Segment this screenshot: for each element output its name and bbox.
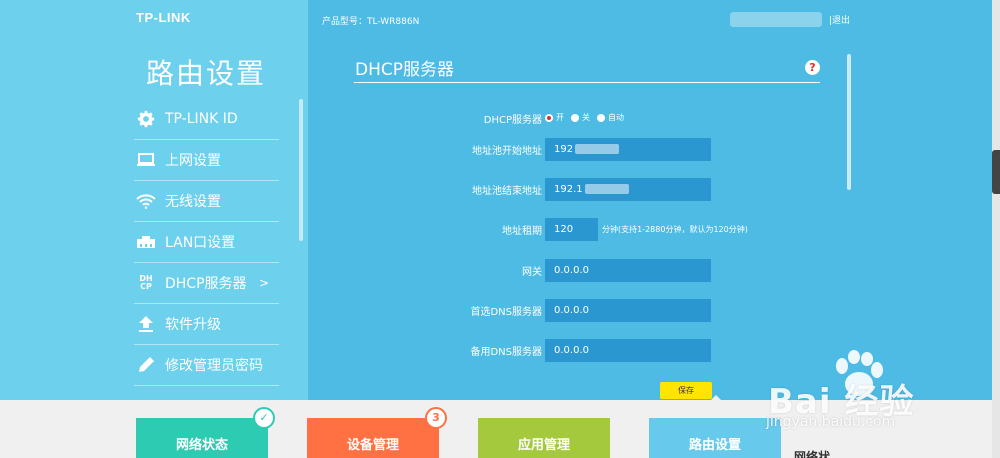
radio-icon[interactable] (597, 113, 605, 122)
side-widget-tab[interactable] (992, 150, 1000, 194)
radio-on[interactable]: 开 (545, 112, 564, 123)
lan-icon (135, 231, 157, 253)
sidebar-item-upgrade[interactable]: 软件升级 (134, 304, 279, 345)
sidebar-item-internet[interactable]: 上网设置 (134, 140, 279, 181)
window-edge (992, 0, 1000, 458)
radio-checked-icon[interactable] (545, 113, 553, 122)
section-title: DHCP服务器 (355, 60, 454, 80)
sidebar-item-wireless[interactable]: 无线设置 (134, 181, 279, 222)
end-address-row: 地址池结束地址 192.1 (308, 178, 868, 202)
bottom-extra-text: 网络状 (794, 450, 831, 458)
start-address-input[interactable]: 192 (545, 138, 711, 161)
device-count-badge: 3 (425, 407, 447, 429)
dns1-label: 首选DNS服务器 (470, 307, 542, 318)
tab-device-management[interactable]: 设备管理 (307, 418, 439, 458)
help-icon[interactable]: ? (805, 60, 820, 75)
dhcp-toggle-row: DHCP服务器 开 关 自动 (308, 107, 868, 131)
sidebar-item-label: TP-LINK ID (165, 111, 238, 127)
tab-app-management[interactable]: 应用管理 (478, 418, 610, 458)
upload-icon (135, 313, 157, 335)
end-address-input[interactable]: 192.1 (545, 178, 711, 201)
dns2-input[interactable]: 0.0.0.0 (545, 339, 711, 362)
radio-icon[interactable] (571, 113, 579, 122)
gateway-input[interactable]: 0.0.0.0 (545, 259, 711, 282)
section-divider (354, 82, 820, 83)
logout-link[interactable]: |退出 (829, 13, 850, 26)
sidebar-item-label: 无线设置 (165, 194, 221, 210)
redacted-value (584, 184, 629, 194)
laptop-icon (135, 149, 157, 171)
check-icon: ✓ (253, 407, 275, 429)
model-label: 产品型号：TL-WR886N (322, 17, 420, 27)
tab-label: 网络状态 (175, 438, 228, 453)
tp-link-logo: TP-LINK (136, 10, 191, 25)
sidebar-item-label: 上网设置 (165, 153, 221, 169)
redacted-value (575, 144, 620, 154)
sidebar-item-label: DHCP服务器 (165, 276, 247, 292)
sidebar-item-admin-password[interactable]: 修改管理员密码 (134, 345, 279, 386)
username-blurred (730, 12, 822, 27)
start-address-label: 地址池开始地址 (472, 146, 542, 157)
sidebar-item-label: LAN口设置 (165, 235, 236, 251)
radio-auto[interactable]: 自动 (597, 112, 624, 123)
end-address-label: 地址池结束地址 (472, 186, 542, 197)
wifi-icon (135, 190, 157, 212)
sidebar-item-dhcp[interactable]: DH CP DHCP服务器 > (134, 263, 279, 304)
lease-hint: 分钟(支持1-2880分钟，默认为120分钟) (602, 225, 748, 234)
gateway-row: 网关 0.0.0.0 (308, 259, 868, 283)
dns2-label: 备用DNS服务器 (470, 347, 542, 358)
start-address-row: 地址池开始地址 192 (308, 138, 868, 162)
active-tab-pointer (708, 395, 724, 403)
sidebar-item-tp-link-id[interactable]: TP-LINK ID (134, 99, 279, 140)
dns1-row: 首选DNS服务器 0.0.0.0 (308, 299, 868, 323)
gear-icon (135, 108, 157, 130)
tab-label: 应用管理 (517, 438, 570, 453)
pencil-icon (135, 354, 157, 376)
tab-label: 设备管理 (346, 438, 399, 453)
sidebar-item-lan[interactable]: LAN口设置 (134, 222, 279, 263)
sidebar-scrollbar[interactable] (299, 99, 303, 241)
chevron-right-icon: > (258, 276, 269, 290)
dhcp-radio-group: 开 关 自动 (545, 112, 631, 123)
sidebar-menu: TP-LINK ID 上网设置 无线设置 LAN口设置 DH CP DHCP服务器… (134, 99, 279, 386)
sidebar-item-label: 软件升级 (165, 317, 221, 333)
sidebar-item-label: 修改管理员密码 (165, 358, 263, 374)
tab-network-status[interactable]: 网络状态 (136, 418, 268, 458)
dhcp-icon: DH CP (139, 274, 153, 291)
dns1-input[interactable]: 0.0.0.0 (545, 299, 711, 322)
baidu-watermark: Bai 经验 jingyan.baidu.com (760, 350, 950, 440)
gateway-label: 网关 (522, 267, 542, 278)
radio-off[interactable]: 关 (571, 112, 590, 123)
page-title: 路由设置 (146, 57, 267, 90)
save-button[interactable]: 保存 (660, 382, 712, 399)
dhcp-toggle-label: DHCP服务器 (483, 115, 542, 126)
lease-row: 地址租期 120 分钟(支持1-2880分钟，默认为120分钟) (308, 218, 868, 242)
watermark-url: jingyan.baidu.com (766, 414, 896, 430)
lease-label: 地址租期 (502, 226, 542, 237)
tab-label: 路由设置 (688, 438, 741, 453)
lease-input[interactable]: 120 (545, 218, 598, 241)
